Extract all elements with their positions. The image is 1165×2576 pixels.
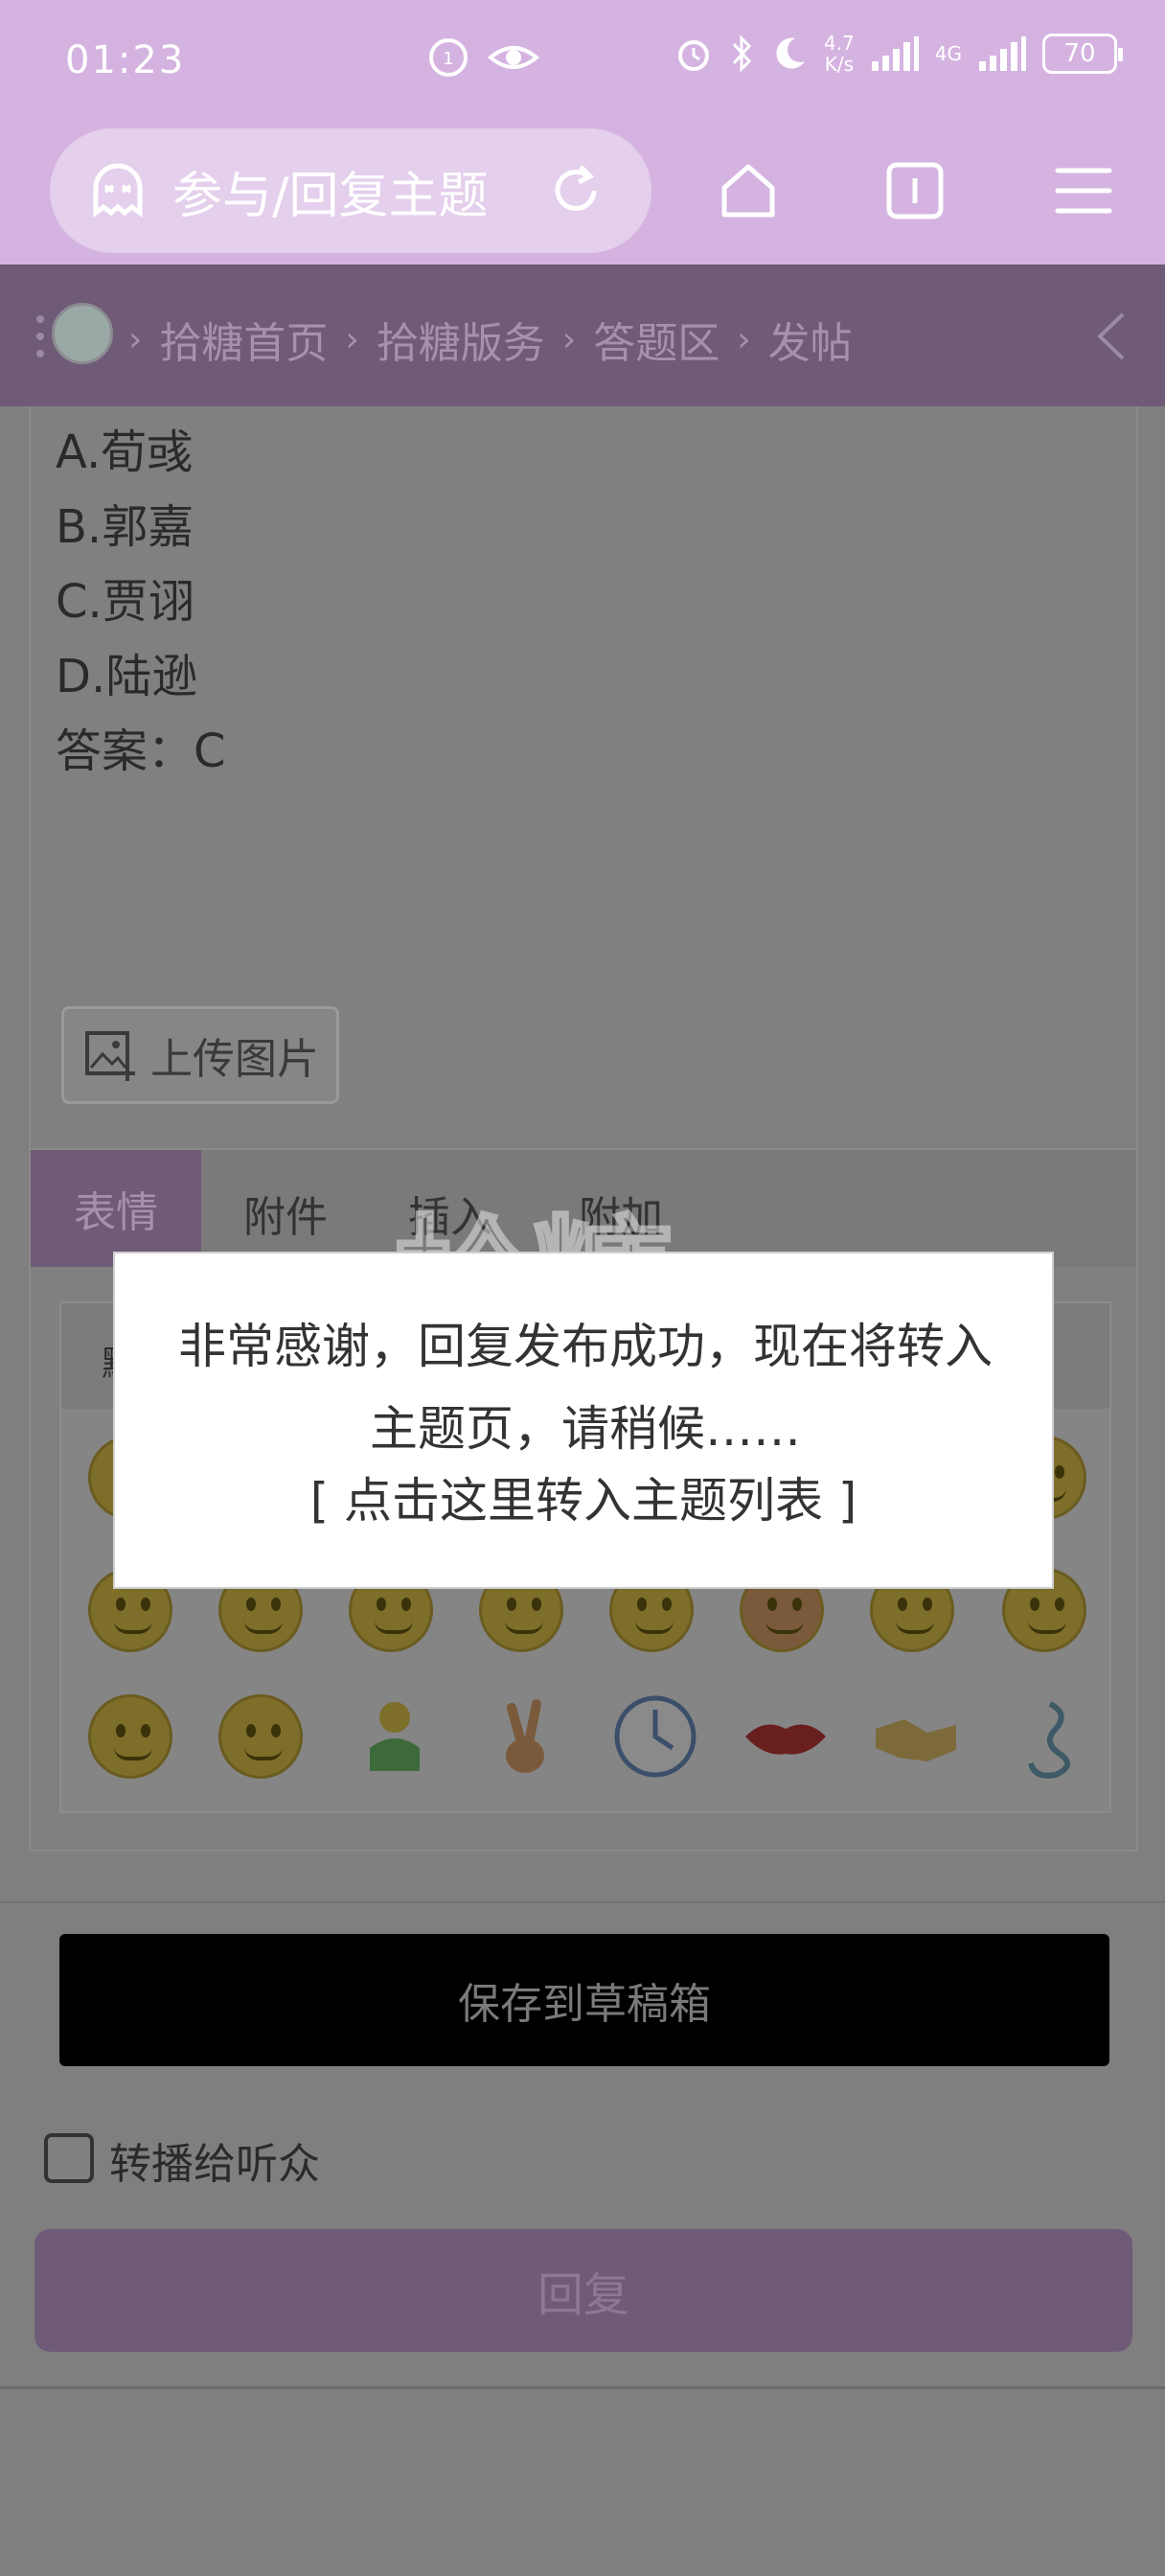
smiley-icon[interactable] <box>88 1694 172 1779</box>
post-editor[interactable]: A.荀彧 B.郭嘉 C.贾诩 D.陆逊 答案：C 上传图片 <box>29 406 1138 1150</box>
rose-icon[interactable] <box>1002 1690 1094 1782</box>
tab-attachments[interactable]: 附件 <box>243 1183 328 1244</box>
tabs-icon[interactable] <box>883 159 947 222</box>
hd-icon: 1 <box>429 38 468 77</box>
editor-line: 答案：C <box>56 724 226 778</box>
alarm-icon <box>677 40 709 71</box>
reply-button[interactable]: 回复 <box>34 2229 1132 2352</box>
reload-icon[interactable] <box>546 161 605 220</box>
status-bar: 01:23 1 4.7 K/s 4G 70 <box>0 0 1165 123</box>
image-upload-icon <box>85 1031 135 1081</box>
bluetooth-icon <box>732 34 752 73</box>
upload-image-button[interactable]: 上传图片 <box>61 1006 339 1104</box>
url-text[interactable]: 参与/回复主题 <box>172 155 517 227</box>
menu-icon[interactable] <box>1052 159 1115 222</box>
editor-line: C.贾诩 <box>56 575 194 629</box>
status-time: 01:23 <box>65 38 186 82</box>
network-speed: 4.7 K/s <box>823 32 855 76</box>
drag-dots-icon[interactable] <box>34 314 46 358</box>
editor-line: A.荀彧 <box>56 426 194 479</box>
smiley-icon[interactable] <box>218 1694 303 1779</box>
lips-icon[interactable] <box>740 1690 832 1782</box>
broadcast-checkbox[interactable] <box>44 2133 94 2183</box>
save-draft-button[interactable]: 保存到草稿箱 <box>59 1934 1109 2066</box>
chevron-right-icon: › <box>128 319 143 359</box>
breadcrumb-item-quiz[interactable]: 答题区 <box>593 309 720 370</box>
editor-line: B.郭嘉 <box>56 500 194 554</box>
chevron-right-icon: › <box>345 319 359 359</box>
moon-icon <box>776 37 805 69</box>
breadcrumb-item-admin[interactable]: 拾糖版务 <box>377 309 545 370</box>
breadcrumb-item-home[interactable]: 拾糖首页 <box>159 309 328 370</box>
battery-indicator: 70 <box>1042 34 1123 74</box>
tab-smilies[interactable]: 表情 <box>31 1150 201 1267</box>
go-to-thread-list-link[interactable]: [ 点击这里转入主题列表 ] <box>115 1462 1052 1531</box>
person-icon[interactable] <box>349 1690 441 1782</box>
avatar[interactable] <box>52 303 113 364</box>
address-bar[interactable]: 参与/回复主题 <box>50 128 651 253</box>
divider <box>0 2386 1165 2389</box>
breadcrumb-item-post: 发帖 <box>767 319 853 368</box>
ghost-icon[interactable] <box>86 159 149 222</box>
back-chevron-icon[interactable] <box>1094 310 1127 362</box>
browser-toolbar: 参与/回复主题 <box>0 123 1165 264</box>
home-icon[interactable] <box>717 159 780 222</box>
signal-icon <box>871 36 919 71</box>
success-dialog: 非常感谢，回复发布成功，现在将转入 主题页，请稍候…… [ 点击这里转入主题列表… <box>113 1252 1054 1589</box>
victory-hand-icon[interactable] <box>479 1690 571 1782</box>
upload-image-label: 上传图片 <box>150 1035 319 1084</box>
svg-text:1: 1 <box>443 49 453 69</box>
clock-icon[interactable] <box>609 1690 701 1782</box>
chevron-right-icon: › <box>561 319 577 359</box>
breadcrumb: › 拾糖首页 › 拾糖版务 › 答题区 › 发帖 <box>128 309 853 370</box>
handshake-icon[interactable] <box>870 1690 962 1782</box>
breadcrumb-bar: › 拾糖首页 › 拾糖版务 › 答题区 › 发帖 <box>0 264 1165 406</box>
editor-line: D.陆逊 <box>56 650 198 703</box>
status-system-icons: 4.7 K/s 4G 70 <box>674 32 1123 76</box>
signal-icon-2 <box>979 36 1026 71</box>
eye-icon <box>487 46 540 69</box>
dialog-message: 非常感谢，回复发布成功，现在将转入 主题页，请稍候…… <box>178 1319 993 1457</box>
network-type: 4G <box>934 42 962 65</box>
divider <box>0 1901 1165 1903</box>
chevron-right-icon: › <box>737 319 751 359</box>
broadcast-label: 转播给听众 <box>109 2140 320 2189</box>
status-app-icons: 1 <box>427 36 540 79</box>
